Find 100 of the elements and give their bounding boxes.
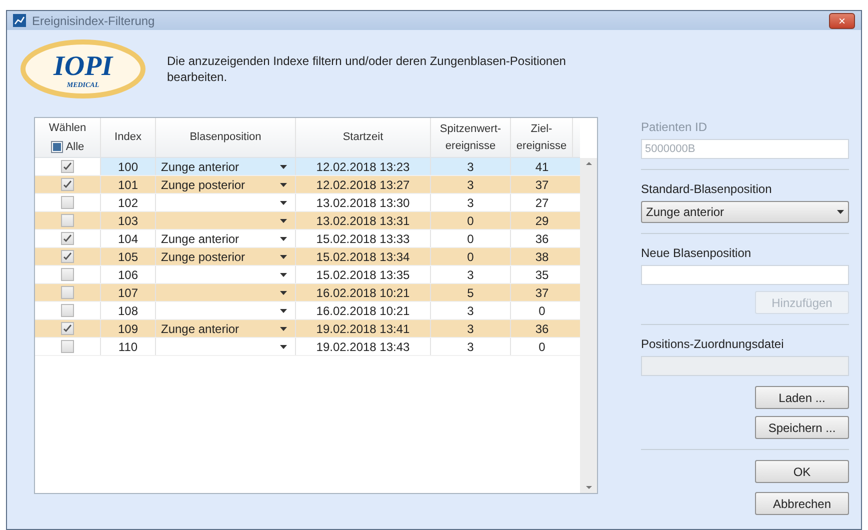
column-header: Blasenposition	[190, 130, 262, 146]
field-label: Patienten ID	[641, 119, 708, 136]
caret-icon	[837, 210, 844, 214]
column-header: Spitzenwert-ereignisse	[438, 122, 502, 154]
position-dropdown[interactable]: Zunge anterior	[156, 320, 296, 337]
column-header: Ziel-ereignisse	[515, 122, 568, 154]
table-row[interactable]: 100 Zunge anterior 12.02.2018 13:23 3 41	[35, 158, 580, 176]
table-cell-text: 15.02.2018 13:34	[316, 248, 410, 266]
checkbox[interactable]	[61, 304, 74, 317]
scroll-down-icon[interactable]	[586, 486, 592, 489]
caret-icon	[280, 272, 287, 276]
button[interactable]: Abbrechen	[755, 492, 849, 515]
default-position-dropdown[interactable]: Zunge anterior	[641, 201, 849, 223]
field-label: Positions-Zuordnungsdatei	[641, 336, 785, 353]
column-header: Index	[114, 130, 142, 146]
table-row[interactable]: 103 13.02.2018 13:31 0 29	[35, 212, 580, 230]
field-label: Standard-Blasenposition	[641, 181, 773, 198]
caret-icon	[280, 344, 287, 348]
position-dropdown[interactable]: Zunge anterior	[156, 230, 296, 247]
table-cell-text: 16.02.2018 10:21	[316, 302, 410, 320]
table-cell-text: 109	[118, 320, 138, 338]
table-cell-text: 38	[535, 248, 549, 266]
table-cell-text: 16.02.2018 10:21	[316, 284, 410, 302]
table-cell-text: 12.02.2018 13:23	[316, 158, 410, 176]
caret-icon	[280, 200, 287, 204]
table-cell-text: 100	[118, 158, 138, 176]
table-cell-text: 106	[118, 266, 138, 284]
caret-icon	[280, 182, 287, 186]
table-cell-text: 29	[535, 212, 549, 230]
checkbox[interactable]	[61, 232, 74, 245]
button[interactable]: Laden ...	[755, 386, 849, 409]
table-cell-text: 0	[467, 248, 474, 266]
table-row[interactable]: 101 Zunge posterior 12.02.2018 13:27 3 37	[35, 176, 580, 194]
caret-icon	[280, 308, 287, 312]
table-cell-text: 0	[467, 212, 474, 230]
table-cell-text: 101	[118, 176, 138, 194]
table-cell-text: 15.02.2018 13:35	[316, 266, 410, 284]
column-header: Wählen	[48, 121, 86, 136]
table-cell-text: 3	[467, 266, 474, 284]
new-position-field[interactable]	[641, 265, 849, 285]
table-cell-text: 110	[118, 338, 138, 356]
select-all-label: Alle	[66, 140, 84, 154]
table-cell-text: 36	[535, 230, 549, 248]
table-row[interactable]: 102 13.02.2018 13:30 3 27	[35, 194, 580, 212]
position-dropdown[interactable]: Zunge anterior	[156, 158, 296, 175]
table-cell-text: 37	[535, 284, 549, 302]
caret-icon	[280, 254, 287, 258]
table-row[interactable]: 110 19.02.2018 13:43 3 0	[35, 338, 580, 356]
checkbox[interactable]	[61, 286, 74, 299]
position-dropdown[interactable]: Zunge posterior	[156, 176, 296, 193]
caret-icon	[280, 236, 287, 240]
table-cell-text: 35	[535, 266, 549, 284]
table-cell-text: 3	[467, 302, 474, 320]
table-cell-text: 13.02.2018 13:30	[316, 194, 410, 212]
table-cell-text: 107	[118, 284, 138, 302]
app-icon	[13, 14, 26, 28]
table-cell-text: 36	[535, 320, 549, 338]
button[interactable]: OK	[755, 460, 849, 483]
instruction-text: Die anzuzeigenden Indexe filtern und/oder deren Zungenblasen-Positionen bearbeiten.	[167, 53, 567, 86]
table-cell-text: 19.02.2018 13:43	[316, 338, 410, 356]
button[interactable]: Speichern ...	[755, 416, 849, 439]
table-row[interactable]: 104 Zunge anterior 15.02.2018 13:33 0 36	[35, 230, 580, 248]
table-cell-text: 41	[535, 158, 549, 176]
caret-icon	[280, 290, 287, 294]
table-row[interactable]: 107 16.02.2018 10:21 5 37	[35, 284, 580, 302]
table-cell-text: 37	[535, 176, 549, 194]
table-cell-text: 0	[538, 338, 546, 356]
table-cell-text: 5	[467, 284, 474, 302]
table-cell-text: 104	[118, 230, 138, 248]
checkbox[interactable]	[61, 322, 74, 335]
table-row[interactable]: 106 15.02.2018 13:35 3 35	[35, 266, 580, 284]
caret-icon	[280, 164, 287, 168]
table-cell-text: 105	[118, 248, 138, 266]
checkbox[interactable]	[61, 250, 74, 263]
table-cell-text: 3	[467, 194, 474, 212]
table-cell-text: 3	[467, 176, 474, 194]
table-row[interactable]: 109 Zunge anterior 19.02.2018 13:41 3 36	[35, 320, 580, 338]
table-cell-text: 3	[467, 158, 474, 176]
checkbox[interactable]	[61, 214, 74, 227]
select-all-checkbox[interactable]	[50, 140, 63, 153]
checkbox[interactable]	[61, 178, 74, 191]
scroll-up-icon[interactable]	[586, 162, 592, 165]
table-cell-text: 13.02.2018 13:31	[316, 212, 410, 230]
column-header: Startzeit	[342, 130, 384, 146]
checkbox[interactable]	[61, 196, 74, 209]
checkbox[interactable]	[61, 340, 74, 353]
field-label: Neue Blasenposition	[641, 245, 752, 262]
table-row[interactable]: 108 16.02.2018 10:21 3 0	[35, 302, 580, 320]
table-cell-text: 19.02.2018 13:41	[316, 320, 410, 338]
table-cell-text: 3	[467, 320, 474, 338]
close-button[interactable]: ×	[829, 12, 855, 29]
table-row[interactable]: 105 Zunge posterior 15.02.2018 13:34 0 38	[35, 248, 580, 266]
table-cell-text: 102	[118, 194, 138, 212]
table-cell-text: 15.02.2018 13:33	[316, 230, 410, 248]
checkbox[interactable]	[61, 268, 74, 281]
table-cell-text: 0	[538, 302, 546, 320]
scrollbar[interactable]	[580, 158, 597, 493]
table-cell-text: 108	[118, 302, 138, 320]
position-dropdown[interactable]: Zunge posterior	[156, 248, 296, 265]
checkbox[interactable]	[61, 160, 74, 173]
